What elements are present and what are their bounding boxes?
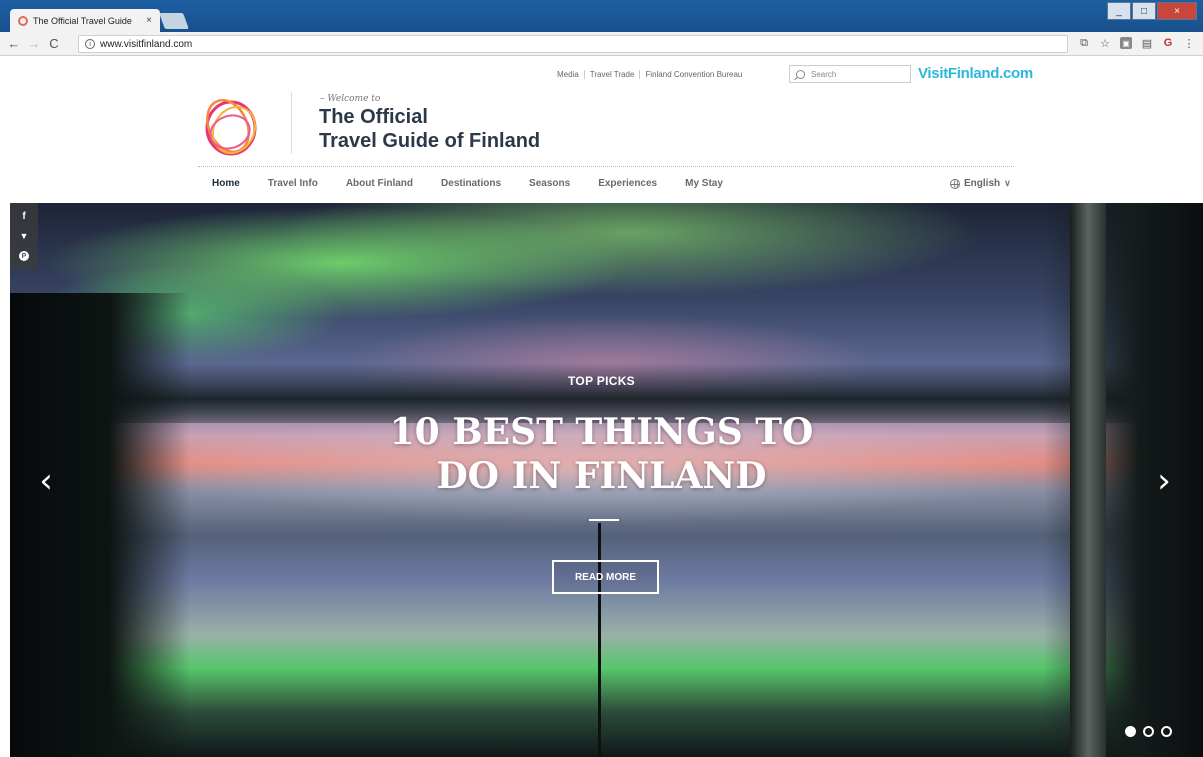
new-tab-button[interactable]	[159, 13, 189, 29]
language-selector[interactable]: English ∨	[950, 178, 1011, 189]
facebook-icon[interactable]: f	[22, 211, 25, 222]
tab-close-icon[interactable]: ×	[142, 15, 156, 26]
hero-sapling	[598, 523, 601, 757]
travel-trade-link[interactable]: Travel Trade	[585, 70, 641, 79]
reload-icon[interactable]: C	[46, 36, 62, 51]
welcome-text: – Welcome to	[320, 94, 381, 104]
search-input[interactable]: Search	[789, 65, 911, 83]
extension-icon[interactable]: ▣	[1120, 37, 1132, 49]
window-controls: _ □ ×	[1107, 2, 1197, 20]
url-text: www.visitfinland.com	[100, 38, 193, 50]
hero-trees-left	[10, 293, 190, 757]
nav-my-stay[interactable]: My Stay	[685, 178, 723, 189]
search-placeholder: Search	[811, 69, 837, 79]
social-share-bar: f ▼ P	[10, 203, 38, 269]
visit-finland-logo[interactable]	[196, 90, 266, 162]
hero-headline-line2: DO IN FINLAND	[436, 455, 767, 497]
twitter-icon[interactable]: ▼	[20, 231, 29, 241]
convention-bureau-link[interactable]: Finland Convention Bureau	[640, 70, 747, 79]
hero-kicker: TOP PICKS	[568, 374, 635, 388]
back-arrow-icon[interactable]: ←	[6, 36, 22, 51]
visitfinland-link[interactable]: VisitFinland.com	[918, 65, 1033, 82]
menu-kebab-icon[interactable]: ⋮	[1183, 37, 1195, 50]
extension-icon[interactable]: ▤	[1141, 37, 1153, 50]
main-navigation: Home Travel Info About Finland Destinati…	[212, 178, 723, 189]
translate-icon[interactable]: ⧉	[1078, 37, 1090, 49]
search-icon	[796, 69, 805, 79]
carousel-pagination	[1125, 726, 1172, 737]
nav-travel-info[interactable]: Travel Info	[268, 178, 318, 189]
headline-underline	[589, 519, 619, 521]
carousel-dot[interactable]	[1125, 726, 1136, 737]
globe-icon	[950, 178, 960, 189]
browser-toolbar: ← → C i www.visitfinland.com ⧉ ☆ ▣ ▤ G ⋮	[0, 32, 1203, 56]
browser-tab[interactable]: The Official Travel Guide ×	[10, 9, 160, 32]
logo-divider	[291, 92, 292, 154]
bookmark-star-icon[interactable]: ☆	[1099, 37, 1111, 50]
close-window-button[interactable]: ×	[1157, 2, 1197, 20]
minimize-button[interactable]: _	[1107, 2, 1131, 20]
carousel-dot[interactable]	[1161, 726, 1172, 737]
nav-home[interactable]: Home	[212, 178, 240, 189]
nav-destinations[interactable]: Destinations	[441, 178, 501, 189]
site-header: Media Travel Trade Finland Convention Bu…	[0, 56, 1203, 203]
media-link[interactable]: Media	[552, 70, 585, 79]
language-label: English	[964, 178, 1001, 189]
info-icon[interactable]: i	[85, 39, 95, 49]
carousel-dot[interactable]	[1143, 726, 1154, 737]
site-title-line2[interactable]: Travel Guide of Finland	[319, 130, 540, 153]
chevron-down-icon: ∨	[1004, 178, 1011, 188]
hero-headline-line1: 10 BEST THINGS TO	[389, 411, 814, 453]
carousel-next-icon[interactable]: ›	[1154, 463, 1174, 499]
forward-arrow-icon[interactable]: →	[26, 36, 42, 51]
utility-links: Media Travel Trade Finland Convention Bu…	[552, 70, 747, 79]
pinterest-icon[interactable]: P	[19, 251, 29, 262]
tab-title: The Official Travel Guide	[33, 15, 132, 26]
nav-seasons[interactable]: Seasons	[529, 178, 570, 189]
header-divider	[198, 166, 1014, 167]
carousel-prev-icon[interactable]: ‹	[36, 463, 56, 499]
browser-titlebar: The Official Travel Guide × _ □ ×	[0, 0, 1203, 32]
maximize-button[interactable]: □	[1132, 2, 1156, 20]
read-more-button[interactable]: READ MORE	[552, 560, 659, 594]
extension-icon[interactable]: G	[1162, 37, 1174, 49]
nav-experiences[interactable]: Experiences	[598, 178, 657, 189]
nav-about-finland[interactable]: About Finland	[346, 178, 413, 189]
site-favicon-icon	[18, 15, 28, 26]
hero-headline[interactable]: 10 BEST THINGS TO DO IN FINLAND	[0, 410, 1203, 498]
site-title-line1[interactable]: The Official	[319, 106, 428, 129]
browser-extensions: ⧉ ☆ ▣ ▤ G ⋮	[1078, 37, 1195, 50]
address-bar[interactable]: i www.visitfinland.com	[78, 35, 1068, 53]
